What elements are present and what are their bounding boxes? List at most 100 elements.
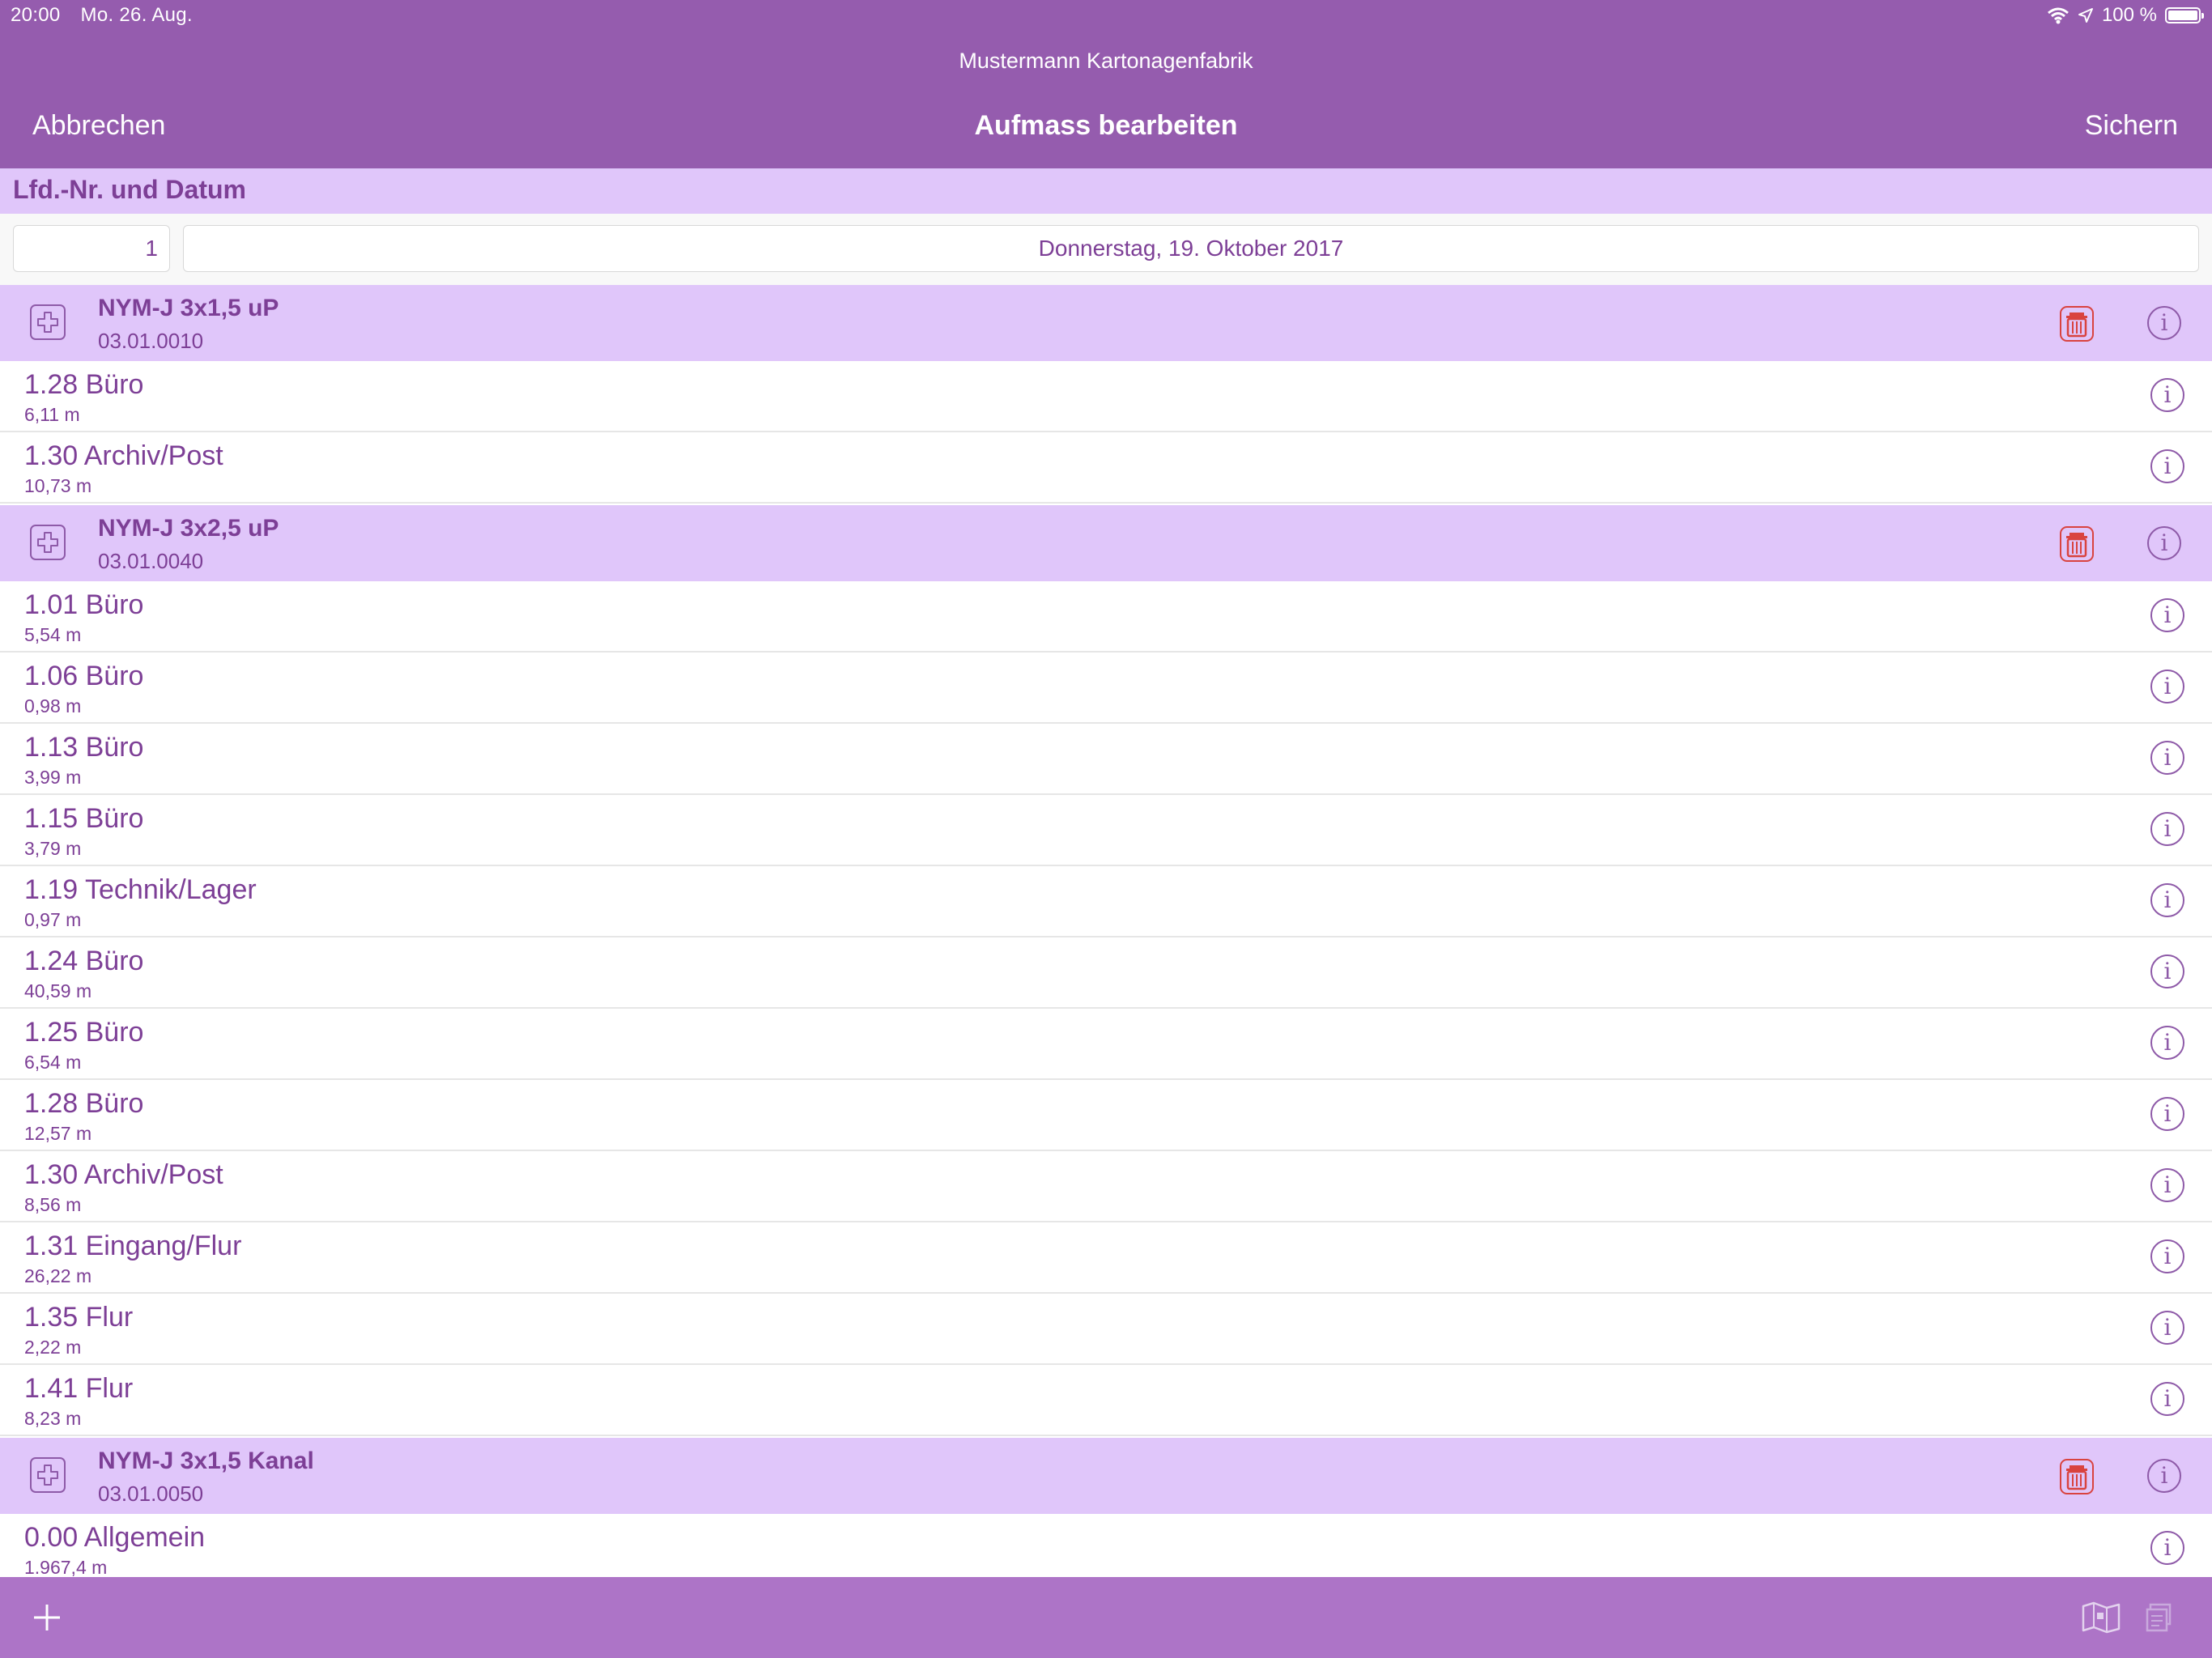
section-header: Lfd.-Nr. und Datum (0, 168, 2212, 214)
item-value: 40,59 m (24, 980, 92, 1001)
item-name: 1.06 Büro (24, 661, 144, 691)
info-icon[interactable]: i (2147, 306, 2181, 340)
date-field[interactable]: Donnerstag, 19. Oktober 2017 (183, 225, 2199, 272)
group-name: NYM-J 3x1,5 Kanal (98, 1448, 314, 1474)
trash-icon[interactable] (2060, 306, 2094, 342)
section-header-label: Lfd.-Nr. und Datum (13, 175, 246, 204)
item-value: 10,73 m (24, 475, 92, 496)
status-date: Mo. 26. Aug. (80, 4, 193, 26)
item-value: 0,98 m (24, 695, 82, 716)
item-name: 1.24 Büro (24, 946, 144, 976)
item-name: 1.28 Büro (24, 1088, 144, 1119)
group-header[interactable]: NYM-J 3x1,5 uP 03.01.0010 i (0, 285, 2212, 361)
info-icon[interactable]: i (2150, 1168, 2184, 1202)
page-title: Aufmass bearbeiten (974, 110, 1238, 141)
info-icon[interactable]: i (2150, 883, 2184, 917)
item-name: 1.35 Flur (24, 1302, 134, 1333)
item-value: 3,79 m (24, 838, 82, 859)
add-item-icon[interactable] (30, 525, 66, 560)
item-name: 1.28 Büro (24, 369, 144, 400)
list-item[interactable]: 1.19 Technik/Lager 0,97 m i (0, 866, 2212, 937)
item-value: 6,54 m (24, 1052, 82, 1073)
battery-percent: 100 % (2101, 4, 2157, 26)
list-item[interactable]: 1.01 Büro 5,54 m i (0, 581, 2212, 653)
item-value: 12,57 m (24, 1123, 92, 1144)
add-item-icon[interactable] (30, 304, 66, 340)
info-icon[interactable]: i (2150, 741, 2184, 775)
list-item[interactable]: 1.31 Eingang/Flur 26,22 m i (0, 1222, 2212, 1294)
status-right: 100 % (2047, 4, 2204, 27)
item-name: 1.25 Büro (24, 1017, 144, 1048)
info-icon[interactable]: i (2150, 1239, 2184, 1273)
location-icon (2078, 8, 2093, 23)
info-icon[interactable]: i (2150, 1097, 2184, 1131)
item-value: 5,54 m (24, 624, 82, 645)
info-icon[interactable]: i (2147, 1459, 2181, 1493)
info-icon[interactable]: i (2150, 670, 2184, 704)
navigation-bar: Mustermann Kartonagenfabrik Abbrechen Au… (0, 39, 2212, 168)
list-item[interactable]: 1.24 Büro 40,59 m i (0, 937, 2212, 1009)
item-name: 0.00 Allgemein (24, 1522, 206, 1553)
list-item[interactable]: 0.00 Allgemein 1.967,4 m i (0, 1514, 2212, 1578)
info-icon[interactable]: i (2150, 598, 2184, 632)
item-name: 1.15 Büro (24, 803, 144, 834)
info-icon[interactable]: i (2150, 812, 2184, 846)
item-name: 1.30 Archiv/Post (24, 440, 223, 471)
list-item[interactable]: 1.25 Büro 6,54 m i (0, 1009, 2212, 1080)
item-name: 1.01 Büro (24, 589, 144, 620)
list-item[interactable]: 1.06 Büro 0,98 m i (0, 653, 2212, 724)
group-code: 03.01.0040 (98, 549, 204, 573)
list-item[interactable]: 1.15 Büro 3,79 m i (0, 795, 2212, 866)
list-item[interactable]: 1.13 Büro 3,99 m i (0, 724, 2212, 795)
item-name: 1.41 Flur (24, 1373, 134, 1404)
list-item[interactable]: 1.35 Flur 2,22 m i (0, 1294, 2212, 1365)
sequence-number-field[interactable]: 1 (13, 225, 170, 272)
bottom-toolbar (0, 1577, 2212, 1658)
info-icon[interactable]: i (2150, 1382, 2184, 1416)
group-code: 03.01.0050 (98, 1482, 204, 1506)
info-icon[interactable]: i (2150, 1311, 2184, 1345)
item-name: 1.19 Technik/Lager (24, 874, 257, 905)
add-item-icon[interactable] (30, 1457, 66, 1493)
map-icon[interactable] (2081, 1600, 2121, 1635)
item-value: 1.967,4 m (24, 1557, 108, 1578)
item-value: 3,99 m (24, 767, 82, 788)
info-icon[interactable]: i (2150, 449, 2184, 483)
list-item[interactable]: 1.28 Büro 6,11 m i (0, 361, 2212, 432)
group-name: NYM-J 3x1,5 uP (98, 295, 279, 321)
status-time: 20:00 (11, 4, 61, 26)
group-code: 03.01.0010 (98, 329, 204, 353)
item-value: 26,22 m (24, 1265, 92, 1286)
trash-icon[interactable] (2060, 526, 2094, 562)
list-item[interactable]: 1.30 Archiv/Post 8,56 m i (0, 1151, 2212, 1222)
info-icon[interactable]: i (2150, 378, 2184, 412)
item-name: 1.31 Eingang/Flur (24, 1231, 242, 1261)
battery-icon (2165, 7, 2204, 23)
list-item[interactable]: 1.30 Archiv/Post 10,73 m i (0, 432, 2212, 504)
info-icon[interactable]: i (2147, 526, 2181, 560)
item-name: 1.13 Büro (24, 732, 144, 763)
company-name: Mustermann Kartonagenfabrik (959, 49, 1253, 73)
list-item[interactable]: 1.41 Flur 8,23 m i (0, 1365, 2212, 1436)
item-value: 6,11 m (24, 404, 80, 425)
document-stack-icon[interactable] (2142, 1600, 2178, 1635)
save-button[interactable]: Sichern (2085, 110, 2178, 142)
group-header[interactable]: NYM-J 3x1,5 Kanal 03.01.0050 i (0, 1438, 2212, 1514)
item-value: 0,97 m (24, 909, 82, 930)
item-value: 2,22 m (24, 1337, 82, 1358)
info-icon[interactable]: i (2150, 954, 2184, 988)
number-date-fields: 1 Donnerstag, 19. Oktober 2017 (0, 214, 2212, 285)
trash-icon[interactable] (2060, 1459, 2094, 1494)
item-name: 1.30 Archiv/Post (24, 1159, 223, 1190)
info-icon[interactable]: i (2150, 1531, 2184, 1565)
status-left: 20:00 Mo. 26. Aug. (11, 4, 207, 27)
wifi-icon (2047, 7, 2069, 24)
item-value: 8,56 m (24, 1194, 82, 1215)
group-header[interactable]: NYM-J 3x2,5 uP 03.01.0040 i (0, 505, 2212, 581)
group-name: NYM-J 3x2,5 uP (98, 515, 279, 542)
status-bar: 20:00 Mo. 26. Aug. 100 % (0, 0, 2212, 39)
list-item[interactable]: 1.28 Büro 12,57 m i (0, 1080, 2212, 1151)
add-icon[interactable] (32, 1603, 62, 1632)
item-value: 8,23 m (24, 1408, 82, 1429)
info-icon[interactable]: i (2150, 1026, 2184, 1060)
